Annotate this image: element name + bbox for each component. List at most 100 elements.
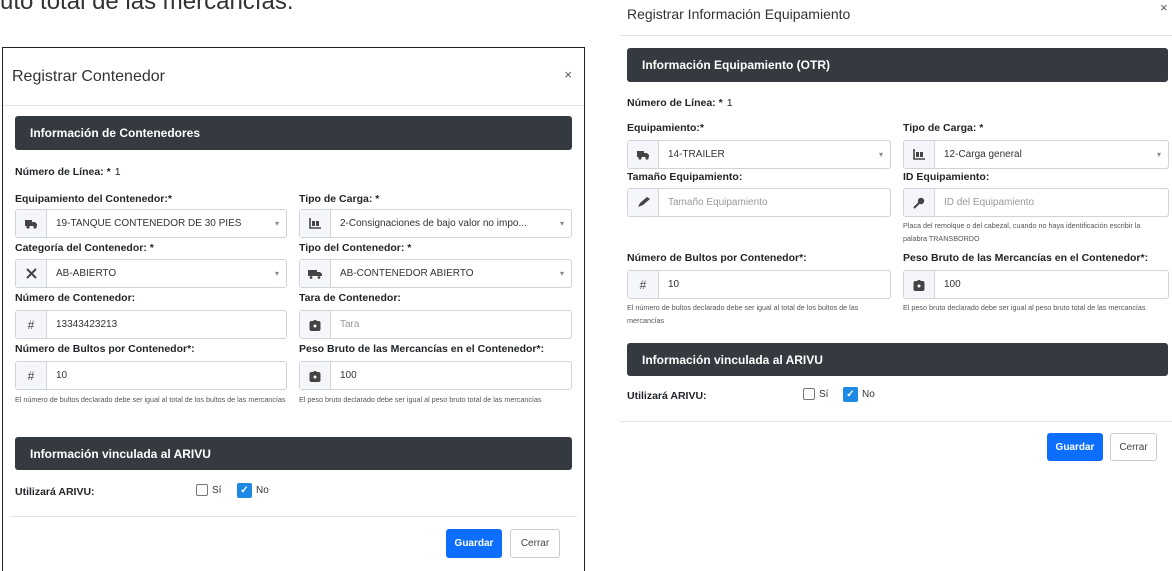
arivu-no-checkbox[interactable]: ✓ No <box>237 483 269 498</box>
hash-icon: # <box>16 362 47 389</box>
line-number-label: Número de Línea: * 1 <box>15 166 121 178</box>
equipment-select[interactable]: 19-TANQUE CONTENEDOR DE 30 PIES ▾ <box>15 209 287 238</box>
container-truck-icon <box>300 260 331 287</box>
truck-icon <box>16 210 47 237</box>
line-number-label: Número de Línea: * 1 <box>627 97 733 109</box>
section-header-equipment: Información Equipamiento (OTR) <box>627 48 1168 82</box>
bultos-help: El número de bultos declarado debe ser i… <box>627 303 859 325</box>
tara-placeholder: Tara <box>340 319 360 330</box>
gross-weight-help: El peso bruto declarado debe ser igual a… <box>903 303 1146 312</box>
yes-label: Sí <box>819 388 829 400</box>
section-header-arivu: Información vinculada al ARIVU <box>627 343 1168 376</box>
check-icon[interactable]: ✓ <box>843 387 858 402</box>
weight-icon <box>300 362 331 389</box>
gross-weight-label: Peso Bruto de las Mercancías en el Conte… <box>903 252 1149 264</box>
bultos-input[interactable]: # 10 <box>627 270 891 299</box>
gross-weight-input[interactable]: 100 <box>903 270 1169 299</box>
equipment-select[interactable]: 14-TRAILER ▾ <box>627 140 891 169</box>
arivu-yes-checkbox[interactable]: Sí <box>803 388 828 400</box>
chevron-down-icon: ▾ <box>1156 150 1161 159</box>
cargo-icon <box>300 210 331 237</box>
footer-divider <box>11 516 577 517</box>
arivu-label: Utilizará ARIVU: <box>15 486 95 498</box>
cargo-type-label: Tipo de Carga: * <box>299 193 380 205</box>
cargo-type-select[interactable]: 2-Consignaciones de bajo valor no impo..… <box>299 209 572 238</box>
truck-icon <box>628 141 659 168</box>
cargo-type-value: 2-Consignaciones de bajo valor no impo..… <box>340 218 527 229</box>
equipment-id-input[interactable]: ID del Equipamiento <box>903 188 1169 217</box>
cargo-type-select[interactable]: 12-Carga general ▾ <box>903 140 1169 169</box>
register-container-modal: Registrar Contenedor × Información de Co… <box>2 47 585 571</box>
container-type-label: Tipo del Contenedor: * <box>299 242 412 254</box>
equipment-label: Equipamiento:* <box>627 122 705 134</box>
bultos-input[interactable]: # 10 <box>15 361 287 390</box>
equipment-size-placeholder: Tamaño Equipamiento <box>668 197 768 208</box>
line-number-value: 1 <box>726 97 733 109</box>
modal-title: Registrar Información Equipamiento <box>627 6 851 22</box>
modal-header: Registrar Contenedor × <box>3 48 584 106</box>
arivu-label: Utilizará ARIVU: <box>627 390 707 402</box>
cargo-type-value: 12-Carga general <box>944 149 1022 160</box>
section-header-arivu: Información vinculada al ARIVU <box>15 437 572 470</box>
checkbox-unchecked[interactable] <box>196 484 208 496</box>
category-select[interactable]: AB-ABIERTO ▾ <box>15 259 287 288</box>
equipment-value: 14-TRAILER <box>668 149 725 160</box>
category-label: Categoría del Contenedor: * <box>15 242 154 254</box>
key-icon <box>904 189 935 216</box>
container-number-value: 13343423213 <box>56 319 118 330</box>
save-button[interactable]: Guardar <box>1047 433 1103 461</box>
category-value: AB-ABIERTO <box>56 268 117 279</box>
tara-input[interactable]: Tara <box>299 310 572 339</box>
equipment-size-label: Tamaño Equipamiento: <box>627 171 743 183</box>
container-number-label: Número de Contenedor: <box>15 292 136 304</box>
equipment-value: 19-TANQUE CONTENEDOR DE 30 PIES <box>56 218 242 229</box>
container-type-select[interactable]: AB-CONTENEDOR ABIERTO ▾ <box>299 259 572 288</box>
header-divider <box>620 35 1172 36</box>
section-header-containers: Información de Contenedores <box>15 116 572 150</box>
save-button[interactable]: Guardar <box>446 529 502 558</box>
hash-icon: # <box>628 271 659 298</box>
arivu-yes-checkbox[interactable]: Sí <box>196 484 221 496</box>
footer-divider <box>620 421 1172 422</box>
close-button[interactable]: Cerrar <box>510 529 560 558</box>
arivu-no-checkbox[interactable]: ✓ No <box>843 387 875 402</box>
no-label: No <box>256 485 269 496</box>
gross-weight-value: 100 <box>944 279 961 290</box>
bultos-label: Número de Bultos por Contenedor*: <box>627 252 807 264</box>
modal-title: Registrar Contenedor <box>12 68 165 85</box>
cargo-type-label: Tipo de Carga: * <box>903 122 984 134</box>
bultos-label: Número de Bultos por Contenedor*: <box>15 343 195 355</box>
weight-icon <box>904 271 935 298</box>
checkbox-unchecked[interactable] <box>803 388 815 400</box>
chevron-down-icon: ▾ <box>559 269 564 278</box>
check-icon[interactable]: ✓ <box>237 483 252 498</box>
close-button[interactable]: Cerrar <box>1110 433 1157 461</box>
yes-label: Sí <box>212 484 222 496</box>
container-number-input[interactable]: # 13343423213 <box>15 310 287 339</box>
gross-weight-input[interactable]: 100 <box>299 361 572 390</box>
chevron-down-icon: ▾ <box>559 219 564 228</box>
close-icon[interactable]: × <box>1160 0 1168 15</box>
equipment-label: Equipamiento del Contenedor:* <box>15 193 172 205</box>
line-number-value: 1 <box>114 166 121 178</box>
tara-label: Tara de Contenedor: <box>299 292 401 304</box>
equipment-id-label: ID Equipamiento: <box>903 171 990 183</box>
chevron-down-icon: ▾ <box>274 269 279 278</box>
equipment-id-placeholder: ID del Equipamiento <box>944 197 1035 208</box>
equipment-size-input[interactable]: Tamaño Equipamiento <box>627 188 891 217</box>
equipment-id-help: Placa del remolque o del cabezal, cuando… <box>903 221 1141 243</box>
chevron-down-icon: ▾ <box>274 219 279 228</box>
gross-weight-label: Peso Bruto de las Mercancías en el Conte… <box>299 343 545 355</box>
tools-icon <box>16 260 47 287</box>
bultos-value: 10 <box>668 279 680 290</box>
chevron-down-icon: ▾ <box>878 150 883 159</box>
bultos-help: El número de bultos declarado debe ser i… <box>15 395 286 404</box>
close-icon[interactable]: × <box>564 67 572 82</box>
no-label: No <box>862 389 875 400</box>
gross-weight-value: 100 <box>340 370 357 381</box>
pencil-icon <box>628 189 659 216</box>
weight-icon <box>300 311 331 338</box>
background-text: uto total de las mercancías. <box>0 0 294 15</box>
hash-icon: # <box>16 311 47 338</box>
gross-weight-help: El peso bruto declarado debe ser igual a… <box>299 395 542 404</box>
